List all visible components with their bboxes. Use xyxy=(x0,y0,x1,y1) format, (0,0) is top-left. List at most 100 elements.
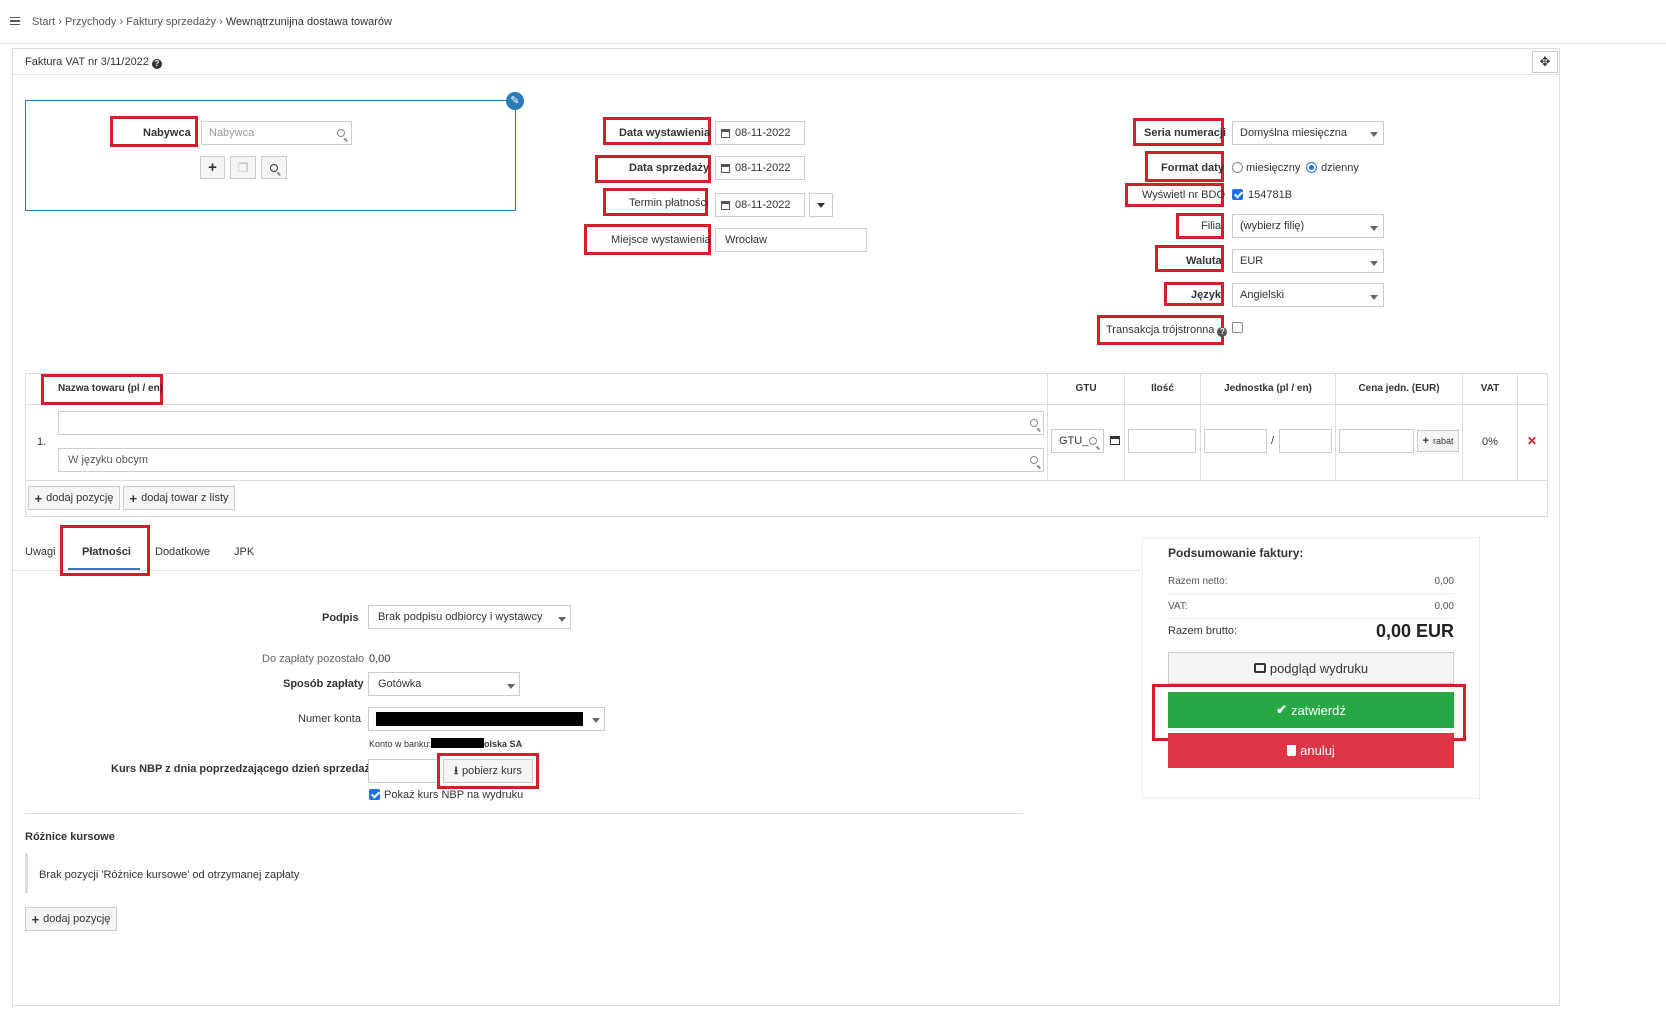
caret-down-icon xyxy=(1370,226,1378,231)
redacted-block xyxy=(431,738,485,748)
caret-down-icon xyxy=(1370,132,1378,137)
place-label: Miejsce wystawienia xyxy=(611,234,711,246)
qty-input[interactable] xyxy=(1128,429,1196,453)
signature-select[interactable]: Brak podpisu odbiorcy i wystawcy xyxy=(368,605,571,629)
header-vat: VAT xyxy=(1480,383,1500,394)
due-date-label: Termin płatności xyxy=(629,197,709,209)
printer-icon xyxy=(1253,663,1266,673)
check-icon: ✔ xyxy=(1276,702,1287,717)
summary-title: Podsumowanie faktury: xyxy=(1168,546,1304,560)
bdo-label: Wyświetl nr BDO xyxy=(1142,189,1226,201)
chevron-right-icon: › xyxy=(219,16,226,28)
breadcrumb-revenue[interactable]: Przychody xyxy=(65,16,116,28)
branch-select[interactable]: (wybierz filię) xyxy=(1232,214,1384,238)
vat-value: 0,00 xyxy=(1434,601,1454,612)
table-row-divider xyxy=(25,480,1548,481)
date-format-daily-radio[interactable] xyxy=(1306,162,1317,173)
add-buyer-button[interactable]: + xyxy=(200,156,225,179)
item-foreign-name-input[interactable]: W języku obcym xyxy=(58,448,1044,472)
discount-button[interactable]: + rabat xyxy=(1417,430,1459,452)
row-index: 1. xyxy=(37,436,47,448)
tab-payments[interactable]: Płatności xyxy=(82,546,131,558)
price-input[interactable] xyxy=(1339,429,1414,453)
header-price: Cena jedn. (EUR) xyxy=(1358,383,1440,394)
search-icon xyxy=(1030,419,1038,427)
gross-label: Razem brutto: xyxy=(1168,625,1238,637)
search-icon xyxy=(1030,456,1038,464)
payment-method-select[interactable]: Gotówka xyxy=(368,672,520,696)
bank-info: Konto w banku: olska SA xyxy=(369,738,523,749)
signature-label: Podpis xyxy=(322,612,359,624)
add-from-list-button[interactable]: + dodaj towar z listy xyxy=(123,486,235,510)
breadcrumb-current: Wewnątrzunijna dostawa towarów xyxy=(225,16,392,28)
place-input[interactable]: Wrocław xyxy=(715,228,867,252)
cancel-button[interactable]: anuluj xyxy=(1168,733,1454,768)
breadcrumb-start[interactable]: Start xyxy=(32,16,55,28)
search-icon xyxy=(1089,437,1097,445)
tab-jpk[interactable]: JPK xyxy=(234,546,254,558)
due-date-dropdown-button[interactable] xyxy=(809,193,833,217)
remaining-value: 0,00 xyxy=(369,653,391,665)
page-title: Faktura VAT nr 3/11/2022 ? xyxy=(25,56,162,69)
buyer-input[interactable]: Nabywca xyxy=(201,121,352,145)
caret-down-icon xyxy=(1370,261,1378,266)
add-position-button[interactable]: + dodaj pozycję xyxy=(28,486,120,510)
help-icon[interactable]: ? xyxy=(1217,327,1228,337)
exchange-diff-add-button[interactable]: + dodaj pozycję xyxy=(25,907,117,931)
print-preview-button[interactable]: podgląd wydruku xyxy=(1168,652,1454,684)
menu-icon[interactable] xyxy=(10,17,20,25)
caret-down-icon xyxy=(817,202,825,208)
caret-down-icon xyxy=(592,718,600,723)
header-qty: Ilość xyxy=(1151,383,1174,394)
currency-label-text: Waluta xyxy=(1186,255,1222,267)
currency-select[interactable]: EUR xyxy=(1232,249,1384,273)
caret-down-icon xyxy=(558,617,566,622)
calendar-icon xyxy=(721,164,730,173)
nbp-rate-input[interactable] xyxy=(368,759,440,783)
sale-date-label: Data sprzedaży xyxy=(629,162,710,174)
confirm-button[interactable]: ✔ zatwierdź xyxy=(1168,692,1454,728)
fetch-rate-button[interactable]: ⭳ pobierz kurs xyxy=(443,759,533,783)
caret-down-icon xyxy=(507,684,515,689)
search-buyer-button[interactable] xyxy=(261,156,287,179)
redacted-block xyxy=(376,712,583,726)
date-format-monthly-label: miesięczny xyxy=(1246,162,1301,174)
edit-icon[interactable]: ✎ xyxy=(506,92,524,110)
show-nbp-rate-label: Pokaż kurs NBP na wydruku xyxy=(384,789,524,801)
series-select[interactable]: Domyślna miesięczna xyxy=(1232,121,1384,145)
calendar-icon xyxy=(721,129,730,138)
vat-label: VAT: xyxy=(1168,601,1188,612)
copy-buyer-button[interactable]: ❐ xyxy=(230,156,256,179)
search-icon xyxy=(337,129,345,137)
row-vat: 0% xyxy=(1482,436,1498,448)
move-button[interactable]: ✥ xyxy=(1532,51,1558,73)
triangular-checkbox[interactable] xyxy=(1232,322,1243,333)
help-icon[interactable]: ? xyxy=(151,59,162,69)
list-icon[interactable] xyxy=(1110,436,1120,445)
table-header-divider xyxy=(25,404,1548,405)
net-value: 0,00 xyxy=(1434,576,1454,587)
exchange-diff-title: Różnice kursowe xyxy=(25,831,115,843)
item-name-input[interactable] xyxy=(58,411,1044,435)
tab-additional[interactable]: Dodatkowe xyxy=(155,546,210,558)
tab-notes[interactable]: Uwagi xyxy=(25,546,56,558)
issue-date-label: Data wystawienia xyxy=(619,127,711,139)
buyer-label: Nabywca xyxy=(143,127,191,139)
language-select[interactable]: Angielski xyxy=(1232,283,1384,307)
account-number-label: Numer konta xyxy=(298,713,361,725)
active-tab-indicator xyxy=(68,568,140,570)
nbp-rate-label: Kurs NBP z dnia poprzedzającego dzień sp… xyxy=(111,763,377,775)
tabs-underline xyxy=(13,570,1143,571)
language-label: Język xyxy=(1191,289,1221,301)
bdo-checkbox[interactable] xyxy=(1232,189,1243,200)
series-label: Seria numeracji xyxy=(1144,127,1226,139)
exchange-diff-empty-text: Brak pozycji 'Różnice kursowe' od otrzym… xyxy=(39,869,300,881)
breadcrumb-invoices[interactable]: Faktury sprzedaży xyxy=(126,16,216,28)
delete-row-icon[interactable]: ✕ xyxy=(1527,434,1537,448)
date-format-monthly-radio[interactable] xyxy=(1232,162,1243,173)
unit-pl-input[interactable] xyxy=(1204,429,1267,453)
calendar-icon xyxy=(721,201,730,210)
unit-en-input[interactable] xyxy=(1279,429,1332,453)
breadcrumb: Start › Przychody › Faktury sprzedaży › … xyxy=(32,16,392,28)
show-nbp-rate-checkbox[interactable] xyxy=(369,789,380,800)
